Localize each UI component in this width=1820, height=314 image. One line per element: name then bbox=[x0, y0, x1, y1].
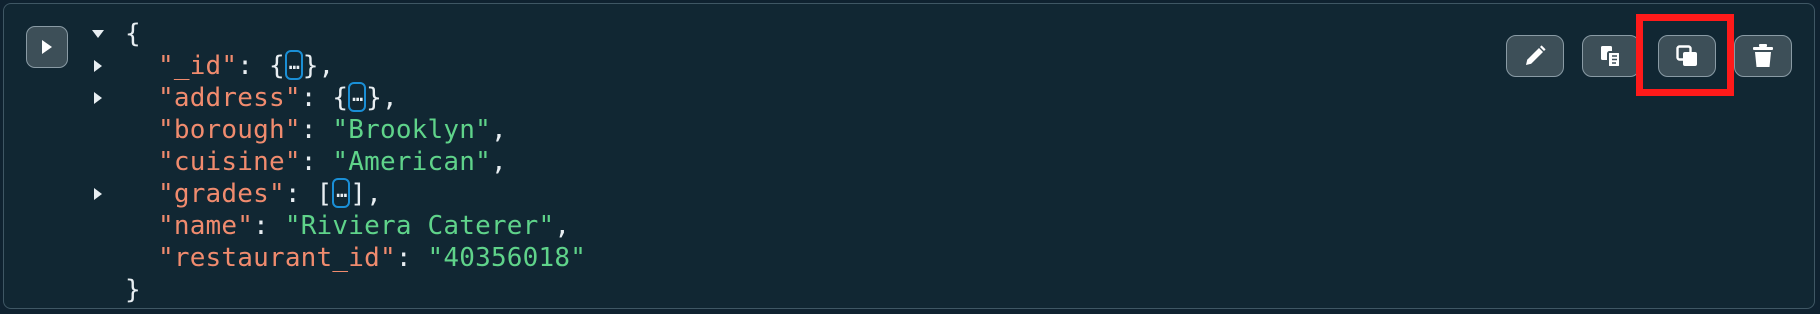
field-value: "40356018" bbox=[427, 243, 587, 273]
field-value: "American" bbox=[332, 147, 491, 177]
field-key: "borough" bbox=[158, 115, 301, 145]
field-grades: "grades": […], bbox=[158, 177, 382, 209]
expand-grades-caret[interactable] bbox=[90, 178, 106, 210]
edit-document-button[interactable] bbox=[1506, 35, 1564, 77]
field-key: "_id" bbox=[158, 51, 238, 81]
copy-document-button[interactable] bbox=[1582, 35, 1640, 77]
field-id: "_id": {…}, bbox=[158, 49, 335, 81]
field-borough: "borough": "Brooklyn", bbox=[158, 115, 507, 145]
field-key: "grades" bbox=[158, 179, 285, 209]
play-icon bbox=[42, 40, 52, 54]
open-brace: { bbox=[125, 19, 141, 49]
clone-button-highlight bbox=[1636, 14, 1734, 96]
expand-id-ellipsis[interactable]: … bbox=[284, 49, 303, 80]
field-address: "address": {…}, bbox=[158, 81, 398, 113]
field-key: "restaurant_id" bbox=[158, 243, 396, 273]
delete-document-button[interactable] bbox=[1734, 35, 1792, 77]
trash-icon bbox=[1753, 44, 1773, 67]
copy-icon bbox=[1601, 46, 1621, 68]
caret-right-icon bbox=[94, 92, 102, 104]
field-value: "Riviera Caterer" bbox=[284, 211, 555, 241]
collapse-document-caret[interactable] bbox=[90, 18, 106, 50]
pencil-icon bbox=[1526, 45, 1546, 65]
field-name: "name": "Riviera Caterer", bbox=[158, 211, 571, 241]
field-key: "cuisine" bbox=[158, 147, 301, 177]
expand-id-caret[interactable] bbox=[90, 50, 106, 82]
caret-down-icon bbox=[92, 30, 104, 38]
field-key: "name" bbox=[158, 211, 254, 241]
document-card: { "_id": {…}, "address": {…}, "borough":… bbox=[3, 3, 1815, 309]
expand-address-caret[interactable] bbox=[90, 82, 106, 114]
caret-right-icon bbox=[94, 60, 102, 72]
expand-grades-ellipsis[interactable]: … bbox=[332, 177, 351, 208]
field-restaurant-id: "restaurant_id": "40356018" bbox=[158, 243, 587, 273]
caret-right-icon bbox=[94, 188, 102, 200]
field-cuisine: "cuisine": "American", bbox=[158, 147, 507, 177]
expand-document-button[interactable] bbox=[26, 26, 68, 68]
field-key: "address" bbox=[158, 83, 301, 113]
close-brace: } bbox=[125, 275, 141, 305]
expand-address-ellipsis[interactable]: … bbox=[348, 81, 367, 112]
field-value: "Brooklyn" bbox=[332, 115, 491, 145]
